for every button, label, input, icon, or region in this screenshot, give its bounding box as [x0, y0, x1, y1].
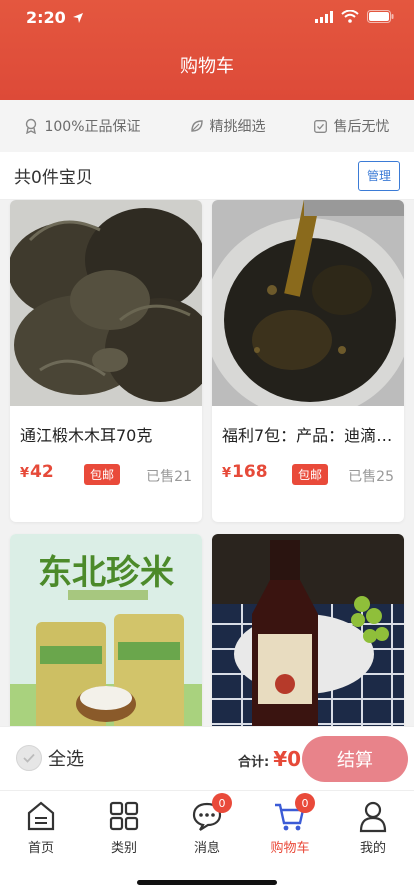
guarantee-label: 100%正品保证 — [44, 119, 141, 135]
tab-label: 我的 — [359, 841, 386, 856]
checkout-button[interactable]: 结算 — [302, 736, 408, 782]
guarantee-label: 售后无忧 — [333, 119, 390, 135]
product-price: ¥42 — [20, 462, 54, 482]
currency-symbol: ¥ — [222, 466, 232, 481]
product-card[interactable] — [212, 534, 404, 726]
free-shipping-badge: 包邮 — [292, 464, 329, 485]
tab-home[interactable]: 首页 — [0, 799, 82, 859]
product-image[interactable] — [212, 534, 404, 726]
product-image[interactable] — [10, 200, 202, 406]
tab-label: 消息 — [193, 841, 220, 856]
guarantee-authentic: 100%正品保证 — [24, 116, 141, 136]
product-card[interactable]: 东北珍米 — [10, 534, 202, 726]
product-name: 通江椴木木耳70克 — [20, 426, 153, 445]
location-arrow-icon — [72, 12, 83, 23]
home-indicator — [137, 880, 277, 885]
cart-count-row: 共0件宝贝 管理 — [0, 152, 414, 200]
price-value: 168 — [232, 462, 268, 482]
total-label: 合计: — [238, 755, 270, 770]
wifi-icon — [341, 10, 359, 23]
product-card[interactable]: 通江椴木木耳70克 ¥42 包邮 已售21 — [10, 200, 202, 522]
home-icon — [24, 799, 58, 833]
tab-cart[interactable]: 0 购物车 — [249, 793, 331, 859]
guarantee-aftersale: 售后无忧 — [314, 116, 389, 136]
tab-profile[interactable]: 我的 — [332, 799, 414, 859]
guarantee-label: 精挑细选 — [209, 119, 266, 135]
guarantee-selected: 精挑细选 — [190, 116, 266, 136]
tab-label: 首页 — [27, 841, 54, 856]
check-icon — [23, 753, 35, 763]
product-image[interactable]: 东北珍米 — [10, 534, 202, 726]
time-text: 2:20 — [26, 8, 66, 27]
battery-icon — [367, 10, 394, 23]
tab-category[interactable]: 类别 — [83, 799, 165, 859]
signal-icon — [315, 10, 333, 23]
sold-count: 已售21 — [146, 469, 192, 485]
manage-button[interactable]: 管理 — [358, 160, 400, 191]
cart-screen: 2:20 购物车 100%正品保证 精挑细选 售后无忧 共0件宝贝 管理 通江椴… — [0, 0, 414, 896]
check-square-icon — [314, 119, 328, 133]
message-icon: 0 — [190, 793, 232, 833]
product-grid: 通江椴木木耳70克 ¥42 包邮 已售21 福利7包：产品：迪滴香… ¥168 … — [0, 200, 414, 726]
message-badge: 0 — [212, 793, 232, 813]
checkout-bar: 全选 合计: ¥0 结算 — [0, 726, 414, 790]
free-shipping-badge: 包邮 — [84, 464, 121, 485]
total-value: ¥0 — [273, 747, 302, 771]
currency-symbol: ¥ — [20, 466, 30, 481]
guarantee-bar: 100%正品保证 精挑细选 售后无忧 — [0, 100, 414, 152]
total: 合计: ¥0 — [238, 747, 301, 771]
select-all-label: 全选 — [48, 749, 84, 770]
select-all-checkbox[interactable] — [16, 745, 42, 771]
category-icon — [107, 799, 141, 833]
profile-icon — [356, 799, 390, 833]
cart-count: 共0件宝贝 — [14, 168, 93, 188]
product-card[interactable]: 福利7包：产品：迪滴香… ¥168 包邮 已售25 — [212, 200, 404, 522]
status-time: 2:20 — [26, 8, 84, 27]
product-price: ¥168 — [222, 462, 268, 482]
leaf-icon — [190, 120, 203, 132]
product-name: 福利7包：产品：迪滴香… — [222, 426, 397, 445]
tab-messages[interactable]: 0 消息 — [166, 793, 248, 859]
cart-icon: 0 — [273, 793, 315, 833]
status-icons — [315, 10, 394, 23]
rice-banner-text: 东北珍米 — [38, 553, 174, 593]
medal-icon — [26, 118, 37, 134]
page-title: 购物车 — [180, 56, 234, 77]
tab-label: 类别 — [110, 841, 137, 856]
tab-label: 购物车 — [270, 841, 310, 856]
select-all[interactable]: 全选 — [16, 745, 84, 771]
header: 2:20 购物车 — [0, 0, 414, 100]
price-value: 42 — [30, 462, 54, 482]
status-bar: 2:20 — [0, 0, 414, 36]
product-image[interactable] — [212, 200, 404, 406]
cart-badge: 0 — [295, 793, 315, 813]
sold-count: 已售25 — [348, 469, 394, 485]
